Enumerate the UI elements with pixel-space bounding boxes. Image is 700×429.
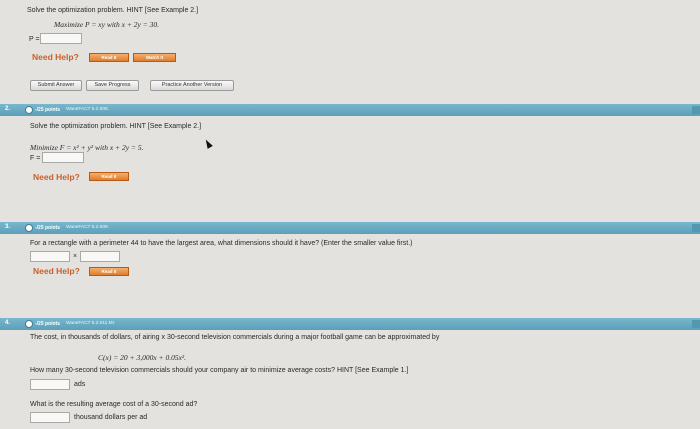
- q2-number: 2.: [5, 106, 11, 112]
- q1-p-answer-field[interactable]: [40, 33, 82, 44]
- question-status-icon: [25, 320, 33, 328]
- q3-source: WaneFAC7 5.2.009.: [66, 224, 110, 230]
- q1-maximize-statement: Maximize P = xy with x + 2y = 30.: [54, 20, 160, 29]
- q4-ads-answer-field[interactable]: [30, 379, 70, 390]
- q2-header-edge-icon: [692, 106, 700, 114]
- q4-header-bar: 4. -/25 points WaneFAC7 5.2.011.MI.: [0, 318, 700, 330]
- q3-header-bar: 3. -/25 points WaneFAC7 5.2.009.: [0, 222, 700, 234]
- q4-ads-unit: ads: [74, 381, 86, 388]
- q3-dimension-1-field[interactable]: [30, 251, 70, 262]
- q2-source: WaneFAC7 5.2.005.: [66, 106, 110, 112]
- q4-source: WaneFAC7 5.2.011.MI.: [66, 320, 116, 326]
- question-status-icon: [25, 224, 33, 232]
- q4-cost-formula: C(x) = 20 + 3,000x + 0.05x².: [98, 353, 187, 362]
- q3-header-edge-icon: [692, 224, 700, 232]
- q2-f-label: F =: [30, 155, 41, 162]
- q3-points: -/25 points: [35, 224, 61, 231]
- q2-instruction: Solve the optimization problem. HINT [Se…: [30, 123, 202, 130]
- q4-header-edge-icon: [692, 320, 700, 328]
- q2-need-help-label: Need Help?: [33, 172, 80, 182]
- q4-cost-unit: thousand dollars per ad: [74, 414, 148, 421]
- mouse-cursor-icon: [203, 138, 213, 149]
- q2-points: -/25 points: [35, 106, 61, 113]
- q4-points: -/25 points: [35, 320, 61, 327]
- practice-another-version-button[interactable]: Practice Another Version: [150, 80, 234, 91]
- q2-read-it-button[interactable]: Read It: [89, 172, 129, 181]
- q4-question-cost: What is the resulting average cost of a …: [30, 401, 198, 408]
- q3-need-help-label: Need Help?: [33, 266, 80, 276]
- q4-question-ads: How many 30-second television commercial…: [30, 367, 409, 374]
- q3-question: For a rectangle with a perimeter 44 to h…: [30, 240, 413, 247]
- q1-need-help-label: Need Help?: [32, 52, 79, 62]
- q4-cost-answer-field[interactable]: [30, 412, 70, 423]
- q1-instruction: Solve the optimization problem. HINT [Se…: [27, 7, 199, 14]
- submit-answer-button[interactable]: Submit Answer: [30, 80, 82, 91]
- q3-dimension-2-field[interactable]: [80, 251, 120, 262]
- q2-minimize-statement: Minimize F = x² + y² with x + 2y = 5.: [30, 143, 144, 152]
- save-progress-button[interactable]: Save Progress: [86, 80, 139, 91]
- q3-number: 3.: [5, 224, 11, 230]
- q1-watch-it-button[interactable]: Watch It: [133, 53, 176, 62]
- q2-header-bar: 2. -/25 points WaneFAC7 5.2.005.: [0, 104, 700, 116]
- q1-read-it-button[interactable]: Read It: [89, 53, 129, 62]
- webassign-page: Solve the optimization problem. HINT [Se…: [0, 0, 700, 429]
- q2-f-answer-field[interactable]: [42, 152, 84, 163]
- q3-read-it-button[interactable]: Read It: [89, 267, 129, 276]
- q4-question: The cost, in thousands of dollars, of ai…: [30, 334, 440, 341]
- question-status-icon: [25, 106, 33, 114]
- q4-number: 4.: [5, 320, 11, 326]
- q1-p-label: P =: [29, 36, 40, 43]
- q3-times-sign: ×: [73, 253, 78, 260]
